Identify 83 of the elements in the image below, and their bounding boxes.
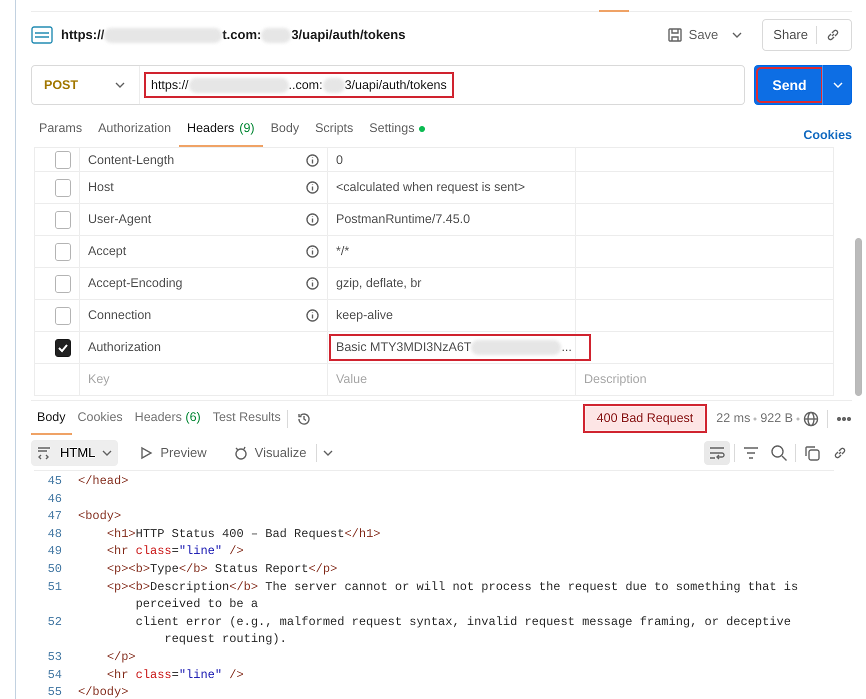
code-line: </p> <box>106 648 136 666</box>
checkbox[interactable] <box>55 306 71 324</box>
line-number: 54 <box>46 666 63 684</box>
request-title: https:// <box>61 26 104 44</box>
request-tab[interactable]: Scripts <box>307 119 362 147</box>
code-line: <body> <box>78 508 122 526</box>
line-number: 46 <box>46 490 63 508</box>
request-tab[interactable]: Authorization <box>90 119 180 147</box>
url-input[interactable]: https:// ..com: 3/uapi/auth/tokens <box>145 72 453 98</box>
code-line: <h1>HTTP Status 400 – Bad Request</h1> <box>106 526 380 543</box>
header-value: 0 <box>336 152 343 169</box>
filter-icon <box>742 445 760 461</box>
redacted-blur <box>322 78 345 92</box>
cookies-link[interactable]: Cookies <box>803 126 852 145</box>
checkbox[interactable] <box>55 151 71 170</box>
header-key: Accept <box>88 242 126 261</box>
header-value: PostmanRuntime/7.45.0 <box>336 211 470 228</box>
response-tab[interactable]: Body <box>31 402 72 435</box>
link-icon <box>825 27 841 43</box>
share-button[interactable]: Share <box>762 19 852 51</box>
response-tab[interactable]: Cookies <box>72 402 129 435</box>
copy-icon <box>803 444 821 462</box>
request-title: t.com: <box>222 26 262 44</box>
code-line: </head> <box>78 473 128 490</box>
request-tab[interactable]: Settings <box>361 119 434 147</box>
line-number: 53 <box>46 648 63 666</box>
code-line: <hr class="line" /> <box>106 543 244 560</box>
checkbox[interactable] <box>55 242 71 260</box>
send-button[interactable]: Send <box>757 68 822 102</box>
code-line: client error (e.g., malformed request syntax, invalid request message framing, or deceptive <box>134 614 791 631</box>
scrollbar[interactable] <box>855 238 862 396</box>
header-key: Connection <box>88 306 152 325</box>
line-number: 49 <box>46 543 63 560</box>
response-tab[interactable]: Headers (6) <box>128 402 207 435</box>
history-icon[interactable] <box>296 410 312 426</box>
save-icon <box>666 27 683 43</box>
line-number: 47 <box>46 508 63 526</box>
checkbox[interactable] <box>55 338 71 356</box>
request-tab[interactable]: Headers (9) <box>179 119 263 147</box>
method-dropdown[interactable]: POST <box>32 66 140 104</box>
request-tab[interactable]: Params <box>31 119 90 147</box>
save-button[interactable]: Save <box>660 25 724 45</box>
header-value: gzip, deflate, br <box>336 275 422 292</box>
header-key: User-Agent <box>88 210 152 229</box>
code-line: <hr class="line" /> <box>106 666 244 684</box>
line-number: 52 <box>46 614 63 631</box>
checkbox[interactable] <box>55 274 71 292</box>
wrap-lines-button[interactable] <box>704 441 730 465</box>
header-value: */* <box>336 243 350 260</box>
header-value: keep-alive <box>336 307 393 324</box>
checkbox[interactable] <box>55 210 71 228</box>
header-key: Content-Length <box>88 151 174 170</box>
redacted-blur <box>261 28 292 42</box>
code-line: <p><b>Description</b> The server cannot or will not process the request due to something that is <box>106 578 798 596</box>
header-value: <calculated when request is sent> <box>336 179 526 196</box>
line-number: 55 <box>46 684 63 699</box>
checkbox[interactable] <box>55 178 71 196</box>
header-value: Basic MTY3MDI3NzA6T <box>336 339 472 356</box>
response-size: 922 B <box>760 410 793 428</box>
format-dropdown[interactable]: HTML <box>31 440 118 466</box>
status-badge: 400 Bad Request <box>584 405 706 432</box>
response-tab[interactable]: Test Results <box>206 402 287 435</box>
code-line: request routing). <box>163 631 287 648</box>
view-mode-button[interactable]: Visualize <box>226 443 312 463</box>
header-value: ... <box>561 339 572 356</box>
search-icon <box>770 444 788 462</box>
globe-icon[interactable] <box>803 410 819 426</box>
line-number: 45 <box>46 473 63 490</box>
view-mode-button[interactable]: Preview <box>132 443 213 463</box>
header-key: Authorization <box>88 338 161 357</box>
code-line: </body> <box>78 684 128 699</box>
header-key: Host <box>88 178 114 197</box>
request-tab[interactable]: Body <box>262 119 308 147</box>
code-line: perceived to be a <box>134 596 258 614</box>
line-number: 48 <box>46 526 63 543</box>
line-number: 51 <box>46 578 63 596</box>
response-time: 22 ms <box>716 410 750 428</box>
header-key: Accept-Encoding <box>88 274 183 293</box>
request-title: 3/uapi/auth/tokens <box>291 26 406 44</box>
line-number: 50 <box>46 560 63 578</box>
code-line: <p><b>Type</b> Status Report</p> <box>106 560 338 578</box>
check-icon <box>57 342 69 354</box>
http-icon <box>31 26 53 44</box>
